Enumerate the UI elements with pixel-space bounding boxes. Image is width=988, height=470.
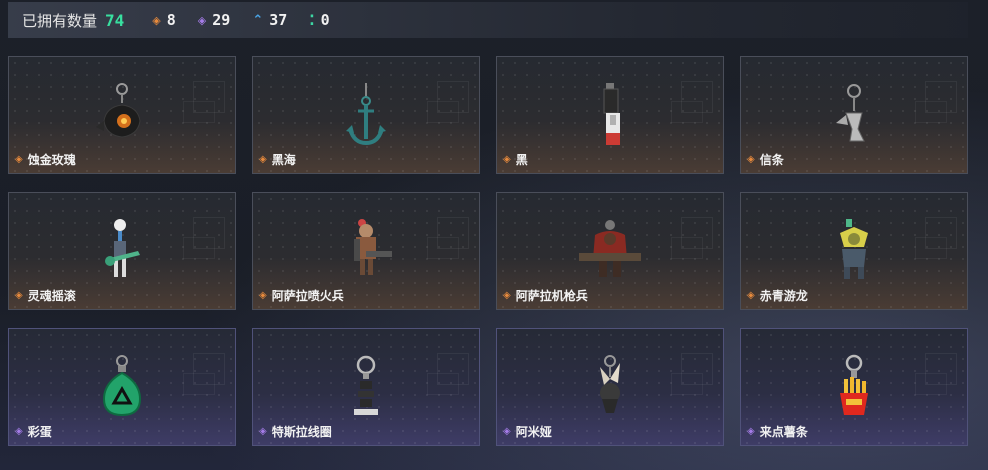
orange-rarity-icon: ◈ bbox=[259, 154, 267, 165]
orange-rarity-icon: ◈ bbox=[503, 290, 511, 301]
purple-rarity-icon: ◈ bbox=[15, 426, 23, 437]
purple-rarity-icon: ◈ bbox=[747, 426, 755, 437]
charm-name: 蚀金玫瑰 bbox=[27, 153, 76, 167]
charm-name: 特斯拉线圈 bbox=[271, 425, 332, 439]
charm-name: 黑 bbox=[515, 153, 528, 167]
collection-header: 已拥有数量 74 ◈ 8 ◈ 29 ⌃ 37 ⁚ 0 bbox=[8, 2, 968, 38]
charm-card[interactable]: ◈ 灵魂摇滚 bbox=[8, 192, 236, 310]
rose-charm-icon bbox=[87, 81, 157, 151]
flamethrower-soldier-charm-icon bbox=[331, 217, 401, 287]
stat-blue-count: 37 bbox=[269, 11, 288, 29]
charm-card[interactable]: ◈ 黑海 bbox=[252, 56, 480, 174]
charm-name: 信条 bbox=[759, 153, 784, 167]
skeleton-guitar-charm-icon bbox=[87, 217, 157, 287]
lighter-charm-icon bbox=[575, 81, 645, 151]
orange-rarity-icon: ◈ bbox=[747, 290, 755, 301]
charm-card[interactable]: ◈ 蚀金玫瑰 bbox=[8, 56, 236, 174]
egg-charm-icon bbox=[87, 353, 157, 423]
orange-rarity-icon: ◈ bbox=[15, 290, 23, 301]
charm-card[interactable]: ◈ 特斯拉线圈 bbox=[252, 328, 480, 446]
stat-purple-count: 29 bbox=[212, 11, 231, 29]
stat-orange: ◈ 8 bbox=[152, 11, 176, 29]
machinegun-soldier-charm-icon bbox=[575, 217, 645, 287]
orange-rarity-icon: ◈ bbox=[503, 154, 511, 165]
charm-name: 彩蛋 bbox=[27, 425, 52, 439]
charm-name: 来点薯条 bbox=[759, 425, 808, 439]
charm-name: 黑海 bbox=[271, 153, 296, 167]
orange-rarity-icon: ◈ bbox=[15, 154, 23, 165]
charm-card[interactable]: ◈ 黑 bbox=[496, 56, 724, 174]
anchor-charm-icon bbox=[331, 81, 401, 151]
charm-name: 阿米娅 bbox=[515, 425, 552, 439]
purple-diamond-icon: ◈ bbox=[197, 14, 207, 27]
charm-card[interactable]: ◈ 赤青游龙 bbox=[740, 192, 968, 310]
dragon-charm-icon bbox=[819, 217, 889, 287]
owned-label: 已拥有数量 bbox=[22, 12, 98, 30]
orange-diamond-icon: ◈ bbox=[152, 14, 161, 27]
charm-name: 阿萨拉机枪兵 bbox=[515, 289, 588, 303]
stat-green-count: 0 bbox=[320, 11, 330, 29]
blue-chevron-icon: ⌃ bbox=[252, 12, 264, 27]
orange-rarity-icon: ◈ bbox=[259, 290, 267, 301]
charm-card[interactable]: ◈ 彩蛋 bbox=[8, 328, 236, 446]
charm-name: 赤青游龙 bbox=[759, 289, 808, 303]
owned-count: 74 bbox=[105, 10, 125, 30]
charm-card[interactable]: ◈ 信条 bbox=[740, 56, 968, 174]
charm-card[interactable]: ◈ 来点薯条 bbox=[740, 328, 968, 446]
charm-card[interactable]: ◈ 阿萨拉机枪兵 bbox=[496, 192, 724, 310]
charm-name: 灵魂摇滚 bbox=[27, 289, 76, 303]
stat-blue: ⌃ 37 bbox=[252, 11, 287, 29]
fries-charm-icon bbox=[819, 353, 889, 423]
charm-grid: ◈ 蚀金玫瑰 ◈ 黑海 ◈ 黑 ◈ 信条 ◈ 灵魂摇滚 ◈ 阿萨拉喷火兵 ◈ 阿… bbox=[8, 56, 968, 446]
bird-charm-icon bbox=[819, 81, 889, 151]
stat-purple: ◈ 29 bbox=[198, 11, 231, 29]
stat-orange-count: 8 bbox=[166, 11, 176, 29]
purple-rarity-icon: ◈ bbox=[503, 426, 511, 437]
tesla-coil-charm-icon bbox=[331, 353, 401, 423]
charm-card[interactable]: ◈ 阿萨拉喷火兵 bbox=[252, 192, 480, 310]
orange-rarity-icon: ◈ bbox=[747, 154, 755, 165]
purple-rarity-icon: ◈ bbox=[259, 426, 267, 437]
charm-name: 阿萨拉喷火兵 bbox=[271, 289, 344, 303]
charm-card[interactable]: ◈ 阿米娅 bbox=[496, 328, 724, 446]
green-dots-icon: ⁚ bbox=[309, 11, 315, 28]
stat-green: ⁚ 0 bbox=[309, 11, 329, 29]
bunny-charm-icon bbox=[575, 353, 645, 423]
